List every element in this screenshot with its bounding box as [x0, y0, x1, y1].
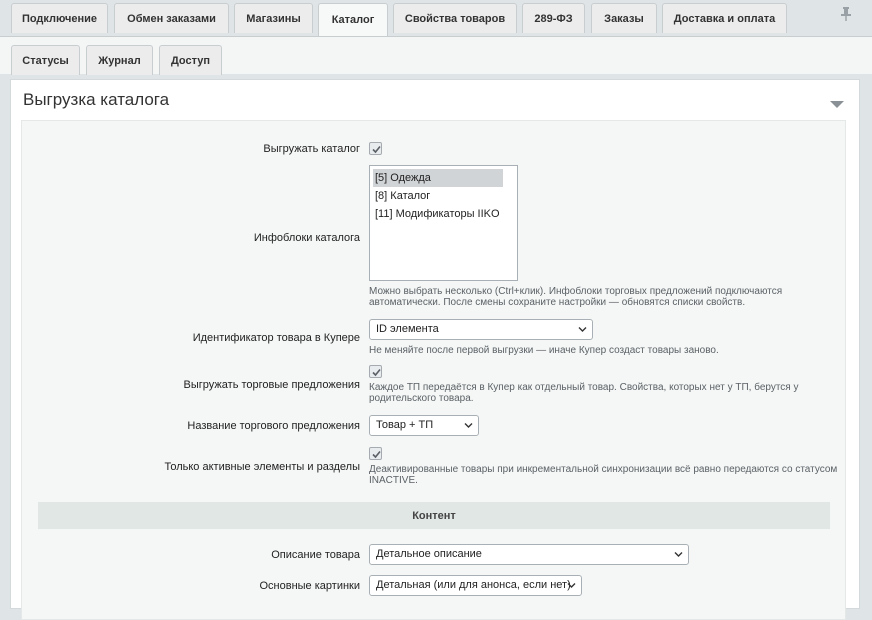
- subtab-statuses[interactable]: Статусы: [11, 45, 80, 75]
- form-area: Выгружать каталог Инфоблоки каталога [5]…: [21, 120, 846, 620]
- tab-label: Подключение: [21, 12, 98, 25]
- select-value: Товар + ТП: [376, 419, 434, 431]
- tab-label: Магазины: [246, 12, 301, 25]
- offer-name-label: Название торгового предложения: [187, 420, 360, 432]
- tab-label: Свойства товаров: [404, 12, 506, 25]
- tab-label: Доставка и оплата: [673, 12, 776, 25]
- description-select[interactable]: Детальное описание: [369, 544, 689, 565]
- product-id-select[interactable]: ID элемента: [369, 319, 593, 340]
- product-id-hint: Не меняйте после первой выгрузки — иначе…: [369, 345, 719, 356]
- check-icon: [372, 368, 381, 377]
- tab-289fz[interactable]: 289-ФЗ: [522, 3, 585, 33]
- tab-catalog[interactable]: Каталог: [318, 3, 388, 36]
- tab-label: Каталог: [331, 14, 375, 26]
- content-section-header: Контент: [38, 502, 830, 529]
- chevron-down-icon: [567, 583, 576, 588]
- subtab-label: Журнал: [98, 54, 141, 67]
- chevron-down-icon: [464, 423, 473, 428]
- tab-connection[interactable]: Подключение: [11, 3, 108, 33]
- infoblocks-hint-line2: автоматически. После смены сохраните нас…: [369, 297, 746, 308]
- tab-shops[interactable]: Магазины: [234, 3, 313, 33]
- section-title: Контент: [412, 509, 456, 522]
- top-tab-bar: Подключение Обмен заказами Магазины Ката…: [0, 0, 872, 36]
- check-icon: [372, 145, 381, 154]
- export-offers-checkbox[interactable]: [369, 365, 382, 378]
- listbox-item[interactable]: [5] Одежда: [373, 169, 503, 187]
- only-active-checkbox[interactable]: [369, 447, 382, 460]
- panel-title: Выгрузка каталога: [23, 90, 170, 109]
- subtab-label: Доступ: [170, 54, 211, 67]
- only-active-hint-line1: Деактивированные товары при инкременталь…: [369, 464, 838, 475]
- select-value: Детальное описание: [376, 548, 482, 560]
- chevron-down-icon: [578, 327, 587, 332]
- export-catalog-label: Выгружать каталог: [263, 143, 360, 155]
- tab-order-exchange[interactable]: Обмен заказами: [114, 3, 229, 33]
- select-value: Детальная (или для анонса, если нет): [376, 579, 571, 591]
- main-images-select[interactable]: Детальная (или для анонса, если нет): [369, 575, 582, 596]
- infoblocks-label: Инфоблоки каталога: [253, 232, 360, 244]
- offer-name-select[interactable]: Товар + ТП: [369, 415, 479, 436]
- subtab-journal[interactable]: Журнал: [86, 45, 153, 75]
- export-offers-label: Выгружать торговые предложения: [183, 379, 360, 391]
- sub-tab-bar: Статусы Журнал Доступ: [0, 36, 872, 75]
- listbox-item[interactable]: [11] Модификаторы IIKO: [373, 205, 503, 223]
- tab-orders[interactable]: Заказы: [591, 3, 657, 33]
- export-offers-hint-line2: родительского товара.: [369, 393, 474, 404]
- subtab-access[interactable]: Доступ: [159, 45, 222, 75]
- tab-label: Обмен заказами: [127, 12, 216, 25]
- tab-label: Заказы: [604, 12, 644, 25]
- select-value: ID элемента: [376, 323, 439, 335]
- only-active-hint-line2: INACTIVE.: [369, 475, 418, 486]
- chevron-down-icon: [674, 552, 683, 557]
- description-label: Описание товара: [271, 549, 360, 561]
- tab-label: 289-ФЗ: [534, 12, 573, 25]
- infoblocks-listbox[interactable]: [5] Одежда [8] Каталог [11] Модификаторы…: [369, 165, 518, 281]
- pin-icon[interactable]: [839, 6, 853, 22]
- check-icon: [372, 450, 381, 459]
- subtab-label: Статусы: [22, 54, 69, 67]
- tab-product-properties[interactable]: Свойства товаров: [393, 3, 517, 33]
- main-images-label: Основные картинки: [259, 580, 360, 592]
- product-id-label: Идентификатор товара в Купере: [192, 332, 360, 344]
- infoblocks-hint-line1: Можно выбрать несколько (Ctrl+клик). Инф…: [369, 286, 783, 297]
- export-catalog-checkbox[interactable]: [369, 142, 382, 155]
- only-active-label: Только активные элементы и разделы: [164, 461, 360, 473]
- export-offers-hint-line1: Каждое ТП передаётся в Купер как отдельн…: [369, 382, 799, 393]
- tab-delivery-payment[interactable]: Доставка и оплата: [662, 3, 787, 33]
- chevron-down-icon[interactable]: [829, 97, 845, 108]
- catalog-export-panel: Выгрузка каталога Выгружать каталог Инфо…: [10, 79, 860, 620]
- listbox-item[interactable]: [8] Каталог: [373, 187, 503, 205]
